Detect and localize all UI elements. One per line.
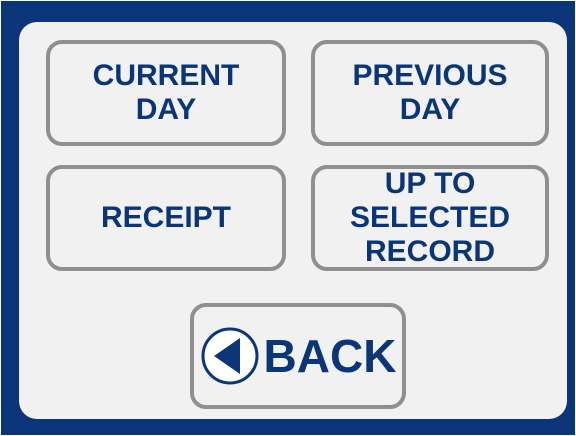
screen-frame: CURRENT DAY PREVIOUS DAY RECEIPT UP TO S… (1, 1, 575, 435)
up-to-selected-record-button[interactable]: UP TO SELECTED RECORD (311, 165, 549, 271)
receipt-button[interactable]: RECEIPT (46, 165, 286, 271)
up-to-selected-record-label: UP TO SELECTED RECORD (349, 167, 511, 268)
previous-day-button[interactable]: PREVIOUS DAY (311, 40, 549, 146)
back-label: BACK (263, 330, 397, 382)
back-button[interactable]: BACK (190, 303, 406, 409)
back-arrow-circle-icon (201, 327, 259, 385)
receipt-label: RECEIPT (100, 201, 232, 234)
current-day-label: CURRENT DAY (92, 59, 240, 126)
previous-day-label: PREVIOUS DAY (352, 59, 508, 126)
current-day-button[interactable]: CURRENT DAY (46, 40, 286, 146)
